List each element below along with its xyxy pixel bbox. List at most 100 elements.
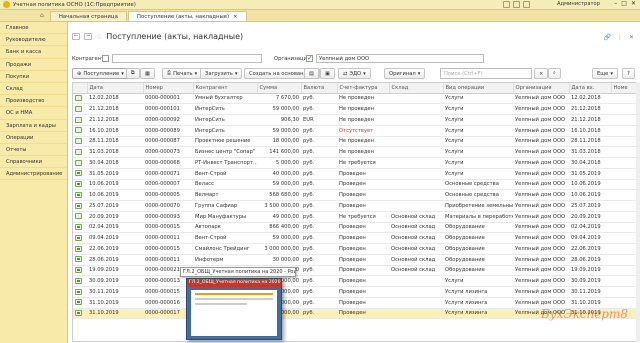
column-header[interactable]: Счет-фактура (337, 83, 390, 94)
help-button[interactable]: ? (622, 68, 635, 79)
close-icon[interactable]: ✕ (631, 0, 636, 7)
maximize-icon[interactable]: □ (621, 0, 627, 7)
table-cell (611, 93, 637, 105)
table-row[interactable]: 28.11.2018 0000-000087 Проектное решение 18… (73, 136, 637, 148)
table-cell (389, 297, 443, 309)
table-cell: Услуги лизинга (443, 308, 513, 320)
document-status-icon (75, 256, 82, 263)
original-button[interactable]: Оригинал ▾ (384, 68, 426, 79)
table-row[interactable]: 28.06.2019 0000-000011 Инфотерм 30 000,00 ру… (73, 254, 637, 266)
search-button[interactable]: ⌕ (548, 68, 561, 79)
table-cell (389, 168, 443, 180)
search-clear-button[interactable]: × (534, 68, 549, 79)
table-row[interactable]: 10.06.2019 0000-000007 Веласс 59 000,00 руб.… (73, 179, 637, 191)
table-row[interactable]: 20.09.2019 0000-000093 Мир Мануфактуры 49 0… (73, 211, 637, 223)
print-button[interactable]: ⎙ Печать ▾ (162, 68, 203, 79)
sidebar-item-production[interactable]: Производство (0, 95, 67, 108)
table-cell (611, 211, 637, 223)
table-cell: руб. (301, 275, 337, 287)
column-header[interactable]: Дата (87, 83, 144, 94)
sidebar-item-assets[interactable]: ОС и НМА (0, 107, 67, 120)
column-header[interactable]: Валюта (301, 83, 338, 94)
table-row[interactable]: 31.03.2018 0000-000073 Бизнес центр "Сопар… (73, 146, 637, 158)
org-checkbox[interactable] (306, 54, 313, 62)
tab-close-icon[interactable]: × (233, 14, 238, 20)
table-row[interactable]: 30.04.2018 0000-000068 РТ-Инвест Транспорт… (73, 157, 637, 169)
table-cell (389, 200, 443, 212)
table-cell: Проведен (337, 200, 389, 212)
table-cell: Проведен (337, 243, 389, 255)
table-cell: 28.06.2019 (87, 254, 143, 266)
form-close-icon[interactable]: ✕ (629, 34, 634, 41)
column-header[interactable]: Номе (611, 83, 637, 94)
favorite-star-icon[interactable]: ☆ (96, 33, 102, 41)
table-row[interactable]: 30.09.2019 0000-000013 90 000,00 руб. Провед… (73, 275, 637, 287)
table-cell: 0000-000071 (143, 168, 193, 180)
column-header[interactable]: Номер (143, 83, 194, 94)
table-row[interactable]: 02.04.2019 0000-000015 Автопарк 866 400,00 р… (73, 222, 637, 234)
forward-arrow-icon[interactable]: → (84, 33, 92, 40)
column-header[interactable]: Вид операции (443, 83, 514, 94)
chevron-down-icon: ▾ (121, 70, 124, 77)
search-input[interactable]: Поиск (Ctrl+F) (440, 68, 532, 79)
table-row[interactable]: 16.10.2018 0000-000089 ИнтерСить 59 000,00 р… (73, 125, 637, 137)
post-button[interactable]: ▦ (140, 68, 155, 79)
tab-home[interactable]: Начальная страница (49, 11, 127, 21)
copy-button[interactable]: ⧉ (126, 68, 140, 79)
header-icon-col[interactable] (73, 83, 88, 94)
more-button[interactable]: Еще ▾ (592, 68, 618, 79)
column-header[interactable]: Склад (389, 83, 444, 94)
upload-button[interactable]: Загрузить ▾ (200, 68, 243, 79)
table-cell: 0000-000073 (143, 146, 193, 158)
history-icon[interactable] (503, 1, 510, 8)
taskbar-thumbnail[interactable]: ГЛ.2_ОБЩ_Учетная политика на 2020 - Powe… (186, 278, 282, 340)
sidebar-item-bank[interactable]: Банк и касса (0, 46, 67, 59)
page-title: Поступление (акты, накладные) (106, 32, 244, 41)
more-icon[interactable]: ⋮ (617, 34, 623, 41)
kontragent-field[interactable] (112, 54, 262, 63)
home-icon[interactable]: ⌂ (40, 12, 44, 19)
table-row[interactable]: 22.06.2019 0000-000015 Смайлонс Трейдинг 3 … (73, 243, 637, 255)
receipt-button[interactable]: ⊕ Поступление ▾ (72, 68, 129, 79)
current-user[interactable]: Администратор (557, 1, 600, 7)
table-cell: 28.06.2019 (569, 254, 611, 266)
column-header[interactable]: Сумма (257, 83, 302, 94)
sidebar-item-operations[interactable]: Операции (0, 132, 67, 144)
org-field[interactable]: Уелпный дом ООО (316, 54, 484, 63)
lock-button[interactable]: ▣ (320, 68, 335, 79)
table-row[interactable]: 09.04.2019 0000-000011 Вент-Строй 59 000,00… (73, 232, 637, 244)
column-header[interactable]: Контрагент (193, 83, 258, 94)
table-row[interactable]: 31.05.2019 0000-000071 Вент-Строй 40 000,00… (73, 168, 637, 180)
back-arrow-icon[interactable]: ← (72, 33, 80, 40)
bell-icon[interactable] (523, 1, 530, 8)
table-row[interactable]: 21.12.2018 0000-000092 ИнтерСить 906,30 EUR Н… (73, 114, 637, 126)
sidebar-item-references[interactable]: Справочники (0, 156, 67, 169)
sidebar-item-admin[interactable]: Администрирование (0, 168, 67, 181)
edo-button[interactable]: ⇄ ЭДО ▾ (338, 68, 371, 79)
table-row[interactable]: 21.12.2018 0000-000101 ИнтерСить 59 000,00 р… (73, 103, 637, 115)
row-status-cell (73, 265, 87, 277)
sidebar-item-purchases[interactable]: Покупки (0, 71, 67, 83)
sidebar-item-warehouse[interactable]: Склад (0, 83, 67, 96)
table-row[interactable]: 10.06.2019 0000-000005 Велмарт 568 680,00 ру… (73, 189, 637, 201)
table-row[interactable]: 19.09.20190000-00002150 000,00руб.Провед… (73, 265, 637, 277)
sidebar-item-main[interactable]: Главное (0, 22, 67, 35)
favorites-icon[interactable] (513, 1, 520, 8)
sidebar-item-sales[interactable]: Продажи (0, 59, 67, 71)
column-header[interactable]: Дата вх. (569, 83, 612, 94)
tab-receipts[interactable]: Поступление (акты, накладные) × (127, 11, 247, 21)
kontragent-checkbox[interactable] (102, 55, 109, 62)
sidebar-item-manager[interactable]: Руководителю (0, 34, 67, 47)
link-icon[interactable]: 🔗 (603, 34, 610, 41)
table-cell: Не требуется (337, 157, 389, 169)
vertical-scrollbar[interactable] (636, 82, 640, 342)
sidebar-item-reports[interactable]: Отчеты (0, 144, 67, 157)
sidebar-item-salary[interactable]: Зарплата и кадры (0, 120, 67, 132)
table-row[interactable]: 12.02.2018 0000-000001 Умный бухгалтер 7 67… (73, 93, 637, 105)
table-row[interactable]: 30.11.2019 0000-000015 200 000,00 руб. Прове… (73, 286, 637, 298)
table-row[interactable]: 25.07.2019 0000-000070 Группа Сафиар 3 500 … (73, 200, 637, 212)
docs-button[interactable]: ▤ (304, 68, 319, 79)
table-cell: 59 000,00 (257, 103, 301, 115)
column-header[interactable]: Организация (513, 83, 570, 94)
minimize-icon[interactable]: – (614, 0, 617, 7)
